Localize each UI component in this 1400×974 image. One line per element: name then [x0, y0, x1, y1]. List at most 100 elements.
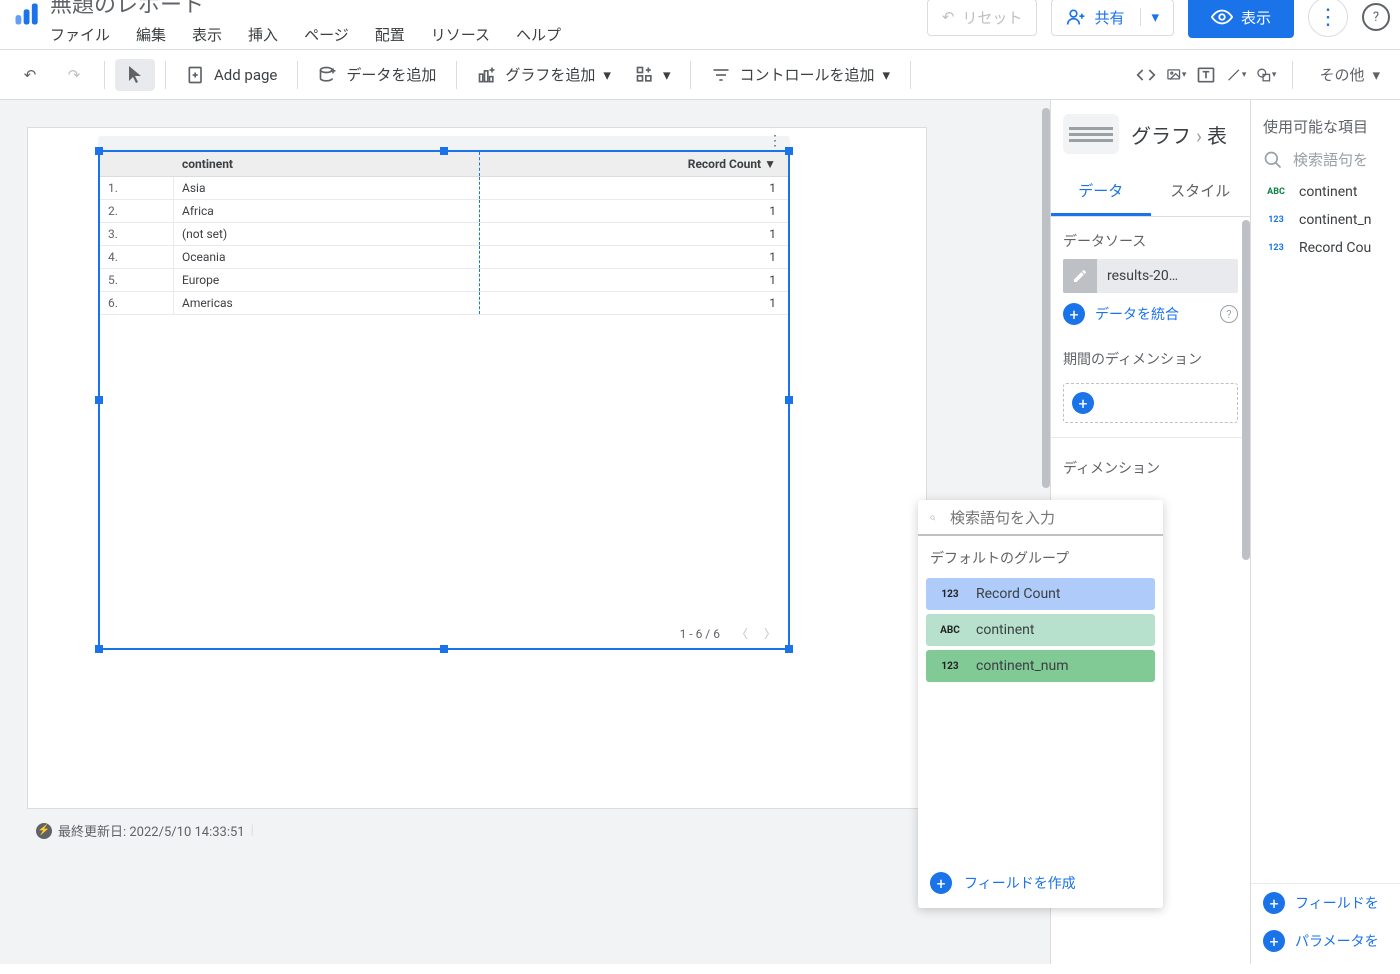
table-row[interactable]: 3.(not set)1: [100, 223, 788, 246]
image-icon[interactable]: ▾: [1166, 65, 1186, 85]
pencil-icon[interactable]: [1063, 259, 1097, 293]
next-page-icon[interactable]: 〉: [764, 625, 776, 642]
embed-icon[interactable]: [1136, 65, 1156, 85]
database-add-icon: [318, 65, 338, 85]
sort-desc-icon: ▼: [764, 157, 776, 171]
table-row[interactable]: 2.Africa1: [100, 200, 788, 223]
line-icon[interactable]: ▾: [1226, 65, 1246, 85]
search-placeholder: 検索語句を: [1293, 149, 1368, 170]
bolt-icon: ⚡: [36, 823, 52, 839]
table-row[interactable]: 5.Europe1: [100, 269, 788, 292]
prev-page-icon[interactable]: 〈: [736, 625, 748, 642]
menu-file[interactable]: ファイル: [50, 24, 110, 45]
eye-icon: [1211, 6, 1233, 28]
resize-handle[interactable]: [785, 645, 793, 653]
picker-option[interactable]: 123continent_num: [926, 650, 1155, 682]
resize-handle[interactable]: [95, 645, 103, 653]
resize-handle[interactable]: [95, 396, 103, 404]
title-area: 無題のレポート ファイル 編集 表示 挿入 ページ 配置 リソース ヘルプ: [50, 0, 561, 45]
view-button[interactable]: 表示: [1188, 0, 1294, 38]
workspace: ⋮ continent Record Count ▼ 1.Asia12.Afri…: [0, 100, 1400, 964]
panel-header: グラフ › 表: [1051, 100, 1250, 168]
reset-button: ↶ リセット: [927, 0, 1038, 36]
community-viz-button[interactable]: ▾: [625, 59, 681, 91]
help-icon[interactable]: ?: [1220, 305, 1238, 323]
menu-help[interactable]: ヘルプ: [516, 24, 561, 45]
add-data-button[interactable]: データを追加: [308, 58, 446, 91]
undo-icon: ↶: [942, 8, 955, 26]
updated-text: 最終更新日: 2022/5/10 14:33:51: [58, 821, 245, 840]
picker-group-label: デフォルトのグループ: [918, 536, 1163, 574]
other-label: その他: [1319, 64, 1364, 85]
table-chart[interactable]: continent Record Count ▼ 1.Asia12.Africa…: [98, 150, 790, 650]
report-page[interactable]: ⋮ continent Record Count ▼ 1.Asia12.Afri…: [28, 128, 926, 808]
toolbar-other[interactable]: その他 ▾: [1309, 58, 1390, 91]
share-button[interactable]: 共有 ▾: [1051, 0, 1174, 36]
header-dimension[interactable]: continent: [174, 152, 480, 176]
add-chart-button[interactable]: グラフを追加 ▾: [467, 58, 621, 91]
picker-search[interactable]: [918, 500, 1163, 536]
panel-scrollbar[interactable]: [1242, 220, 1250, 560]
add-data-label: データを追加: [346, 64, 436, 85]
report-title[interactable]: 無題のレポート: [50, 0, 561, 18]
fields-search[interactable]: 検索語句を: [1251, 145, 1400, 178]
menu-insert[interactable]: 挿入: [248, 24, 278, 45]
menu-edit[interactable]: 編集: [136, 24, 166, 45]
cursor-icon: [125, 65, 145, 85]
picker-option[interactable]: ABCcontinent: [926, 614, 1155, 646]
share-dropdown-icon[interactable]: ▾: [1140, 8, 1159, 26]
create-field[interactable]: +フィールドを: [1251, 884, 1400, 922]
menu-resource[interactable]: リソース: [431, 24, 490, 45]
table-row[interactable]: 1.Asia1: [100, 177, 788, 200]
share-label: 共有: [1094, 7, 1124, 28]
field-item[interactable]: 123continent_n: [1251, 206, 1400, 234]
undo-icon: ↶: [20, 65, 40, 85]
resize-handle[interactable]: [440, 645, 448, 653]
daterange-dropzone[interactable]: +: [1063, 383, 1238, 423]
picker-create-label: フィールドを作成: [964, 873, 1076, 893]
picker-search-input[interactable]: [948, 509, 1151, 528]
create-parameter[interactable]: +パラメータを: [1251, 922, 1400, 960]
chart-type-icon[interactable]: [1063, 114, 1119, 154]
header-metric[interactable]: Record Count ▼: [480, 152, 788, 176]
chevron-down-icon: ▾: [663, 66, 671, 84]
resize-handle[interactable]: [785, 396, 793, 404]
canvas-area[interactable]: ⋮ continent Record Count ▼ 1.Asia12.Afri…: [0, 100, 1050, 964]
redo-button[interactable]: ↷: [54, 59, 94, 91]
undo-button[interactable]: ↶: [10, 59, 50, 91]
header-actions: ↶ リセット 共有 ▾ 表示 ⋮ ?: [927, 0, 1390, 38]
plus-icon: +: [1063, 303, 1085, 325]
shape-icon[interactable]: ▾: [1256, 65, 1276, 85]
add-chart-label: グラフを追加: [505, 64, 595, 85]
menu-arrange[interactable]: 配置: [375, 24, 405, 45]
table-header: continent Record Count ▼: [100, 152, 788, 177]
add-control-button[interactable]: コントロールを追加 ▾: [701, 58, 900, 91]
blend-data[interactable]: + データを統合 ?: [1063, 303, 1238, 325]
picker-create-field[interactable]: + フィールドを作成: [918, 862, 1163, 900]
more-options-button[interactable]: ⋮: [1308, 0, 1348, 37]
text-icon[interactable]: [1196, 65, 1216, 85]
header-metric-label: Record Count: [688, 157, 761, 171]
crumb-chart[interactable]: グラフ: [1131, 124, 1191, 148]
add-page-button[interactable]: Add page: [176, 59, 287, 91]
menu-bar: ファイル 編集 表示 挿入 ページ 配置 リソース ヘルプ: [50, 24, 561, 45]
resize-handle[interactable]: [440, 147, 448, 155]
picker-option[interactable]: 123Record Count: [926, 578, 1155, 610]
resize-handle[interactable]: [95, 147, 103, 155]
view-label: 表示: [1241, 7, 1271, 28]
selection-tool[interactable]: [115, 59, 155, 91]
field-item[interactable]: ABCcontinent: [1251, 178, 1400, 206]
crumb-table[interactable]: 表: [1207, 124, 1227, 148]
menu-page[interactable]: ページ: [304, 24, 349, 45]
field-item[interactable]: 123Record Cou: [1251, 234, 1400, 262]
tab-data[interactable]: データ: [1051, 168, 1151, 216]
tab-style[interactable]: スタイル: [1151, 168, 1251, 216]
table-row[interactable]: 4.Oceania1: [100, 246, 788, 269]
datasource-chip[interactable]: results-20…: [1063, 259, 1238, 293]
table-row[interactable]: 6.Americas1: [100, 292, 788, 315]
resize-handle[interactable]: [785, 147, 793, 155]
menu-view[interactable]: 表示: [192, 24, 222, 45]
help-button[interactable]: ?: [1362, 3, 1390, 31]
plus-icon: +: [1072, 392, 1094, 414]
canvas-scrollbar[interactable]: [1042, 108, 1050, 488]
